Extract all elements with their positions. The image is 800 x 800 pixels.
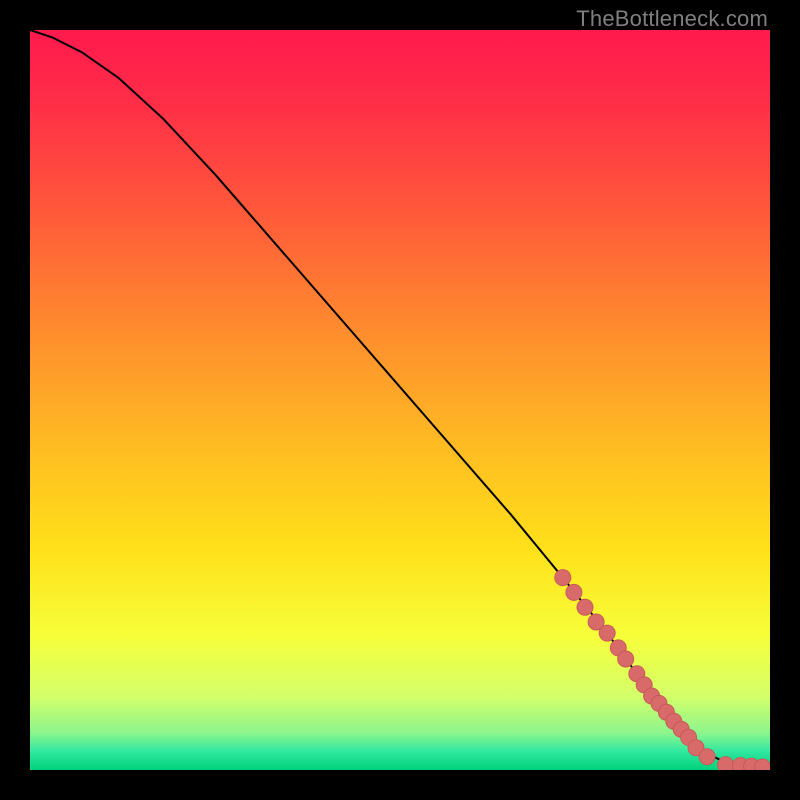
highlight-dot: [555, 570, 571, 586]
chart-frame: [30, 30, 770, 770]
highlight-dot: [699, 749, 715, 765]
highlight-dot: [577, 599, 593, 615]
highlight-dot: [599, 625, 615, 641]
bottleneck-chart: [30, 30, 770, 770]
gradient-background: [30, 30, 770, 770]
highlight-dot: [718, 757, 734, 770]
watermark-text: TheBottleneck.com: [576, 6, 768, 32]
highlight-dot: [566, 584, 582, 600]
highlight-dot: [618, 651, 634, 667]
